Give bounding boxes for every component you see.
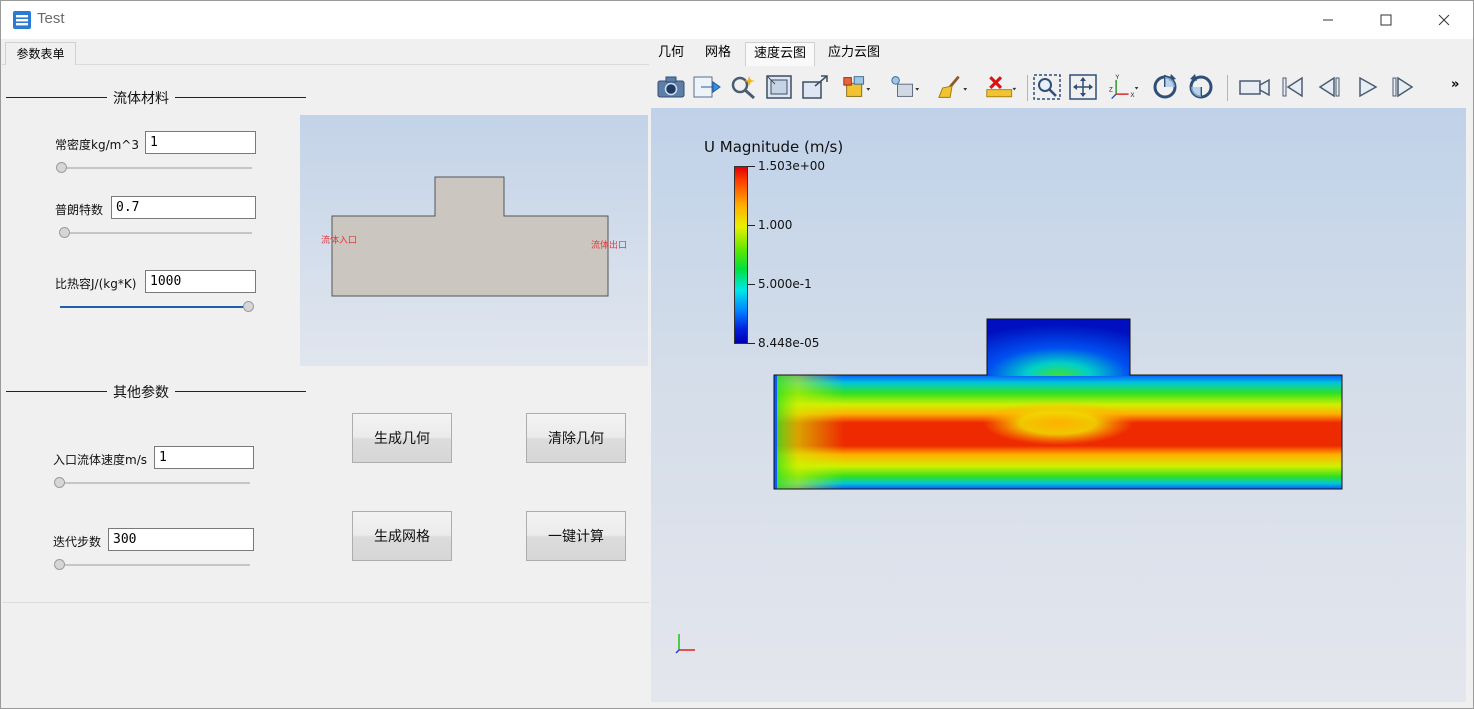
density-slider-handle[interactable] — [56, 162, 67, 173]
first-frame-icon[interactable] — [1277, 72, 1309, 102]
light-dropdown-icon[interactable] — [889, 72, 921, 102]
specific-heat-slider-fill — [60, 306, 250, 308]
specific-heat-label: 比热容J/(kg*K) — [55, 277, 137, 291]
outlet-label: 流体出口 — [591, 241, 628, 251]
maximize-icon — [1380, 14, 1392, 26]
iterations-label: 迭代步数 — [53, 535, 102, 549]
geometry-preview: 流体入口 流体出口 — [300, 115, 648, 366]
broom-icon[interactable] — [937, 72, 969, 102]
iterations-input[interactable]: 300 — [108, 528, 254, 551]
window-title: Test — [37, 10, 65, 27]
one-click-compute-button[interactable]: 一键计算 — [526, 511, 626, 561]
export-icon[interactable] — [691, 72, 723, 102]
tab-parameter-form[interactable]: 参数表单 — [5, 42, 76, 65]
prev-frame-icon[interactable] — [1313, 72, 1345, 102]
render-viewport[interactable]: U Magnitude (m/s) 1.503e+00 1.000 5.000e… — [651, 108, 1466, 702]
orientation-axes-icon — [675, 634, 695, 654]
iterations-slider-handle[interactable] — [54, 559, 65, 570]
other-section-title: 其他参数 — [107, 382, 175, 402]
zoom-box-icon[interactable] — [1031, 72, 1063, 102]
svg-text:Y: Y — [1115, 74, 1120, 81]
tab-stress-contour[interactable]: 应力云图 — [820, 42, 888, 66]
right-tab-bar: 几何 网格 速度云图 应力云图 — [649, 40, 1473, 66]
maximize-button[interactable] — [1357, 1, 1415, 39]
svg-text:Z: Z — [1109, 86, 1113, 93]
rotate-cw-icon[interactable] — [1149, 72, 1181, 102]
delete-icon[interactable] — [985, 72, 1017, 102]
cube-dropdown-icon[interactable] — [841, 72, 873, 102]
title-bar[interactable]: Test — [1, 1, 1473, 39]
minimize-icon — [1323, 19, 1333, 21]
inlet-velocity-input[interactable]: 1 — [154, 446, 254, 469]
specific-heat-slider-handle[interactable] — [243, 301, 254, 312]
app-icon — [13, 11, 31, 29]
density-label: 常密度kg/m^3 — [55, 138, 139, 152]
box-icon[interactable] — [799, 72, 831, 102]
prandtl-input[interactable]: 0.7 — [111, 196, 256, 219]
fluid-section-title: 流体材料 — [107, 88, 175, 108]
generate-mesh-button[interactable]: 生成网格 — [352, 511, 452, 561]
frame-icon[interactable] — [763, 72, 795, 102]
rotate-ccw-icon[interactable] — [1185, 72, 1217, 102]
minimize-button[interactable] — [1299, 1, 1357, 39]
iterations-slider-track — [58, 564, 250, 566]
inlet-velocity-slider-track — [58, 482, 250, 484]
video-camera-icon[interactable] — [1239, 72, 1271, 102]
velocity-contour-plot — [773, 318, 1343, 490]
play-icon[interactable] — [1351, 72, 1383, 102]
prandtl-slider-handle[interactable] — [59, 227, 70, 238]
specific-heat-input[interactable]: 1000 — [145, 270, 256, 293]
close-icon — [1438, 14, 1450, 26]
inlet-velocity-slider-handle[interactable] — [54, 477, 65, 488]
left-tab-bar: 参数表单 — [2, 40, 649, 65]
axes-icon[interactable]: Y X Z — [1109, 72, 1141, 102]
inlet-velocity-label: 入口流体速度m/s — [53, 453, 147, 467]
clear-geometry-button[interactable]: 清除几何 — [526, 413, 626, 463]
toolbar-separator — [1027, 75, 1028, 101]
density-input[interactable]: 1 — [145, 131, 256, 154]
fit-view-icon[interactable] — [1067, 72, 1099, 102]
close-button[interactable] — [1415, 1, 1473, 39]
generate-geometry-button[interactable]: 生成几何 — [352, 413, 452, 463]
app-window: Test 参数表单 流体材料 常密度kg/m^3 1 普朗特数 0.7 比热容J… — [0, 0, 1474, 709]
view-toolbar: Y X Z » — [651, 67, 1466, 107]
toolbar-separator — [1227, 75, 1228, 101]
tab-velocity-contour[interactable]: 速度云图 — [745, 42, 815, 66]
toolbar-overflow-button[interactable]: » — [1451, 77, 1459, 92]
inlet-label: 流体入口 — [321, 236, 358, 246]
prandtl-label: 普朗特数 — [55, 203, 104, 217]
svg-text:X: X — [1130, 92, 1135, 99]
prandtl-slider-track — [60, 232, 252, 234]
density-slider-track — [60, 167, 252, 169]
tab-mesh[interactable]: 网格 — [699, 42, 737, 66]
magic-wand-icon[interactable] — [727, 72, 759, 102]
last-frame-icon[interactable] — [1387, 72, 1419, 102]
tab-geometry[interactable]: 几何 — [652, 42, 690, 66]
camera-icon[interactable] — [655, 72, 687, 102]
